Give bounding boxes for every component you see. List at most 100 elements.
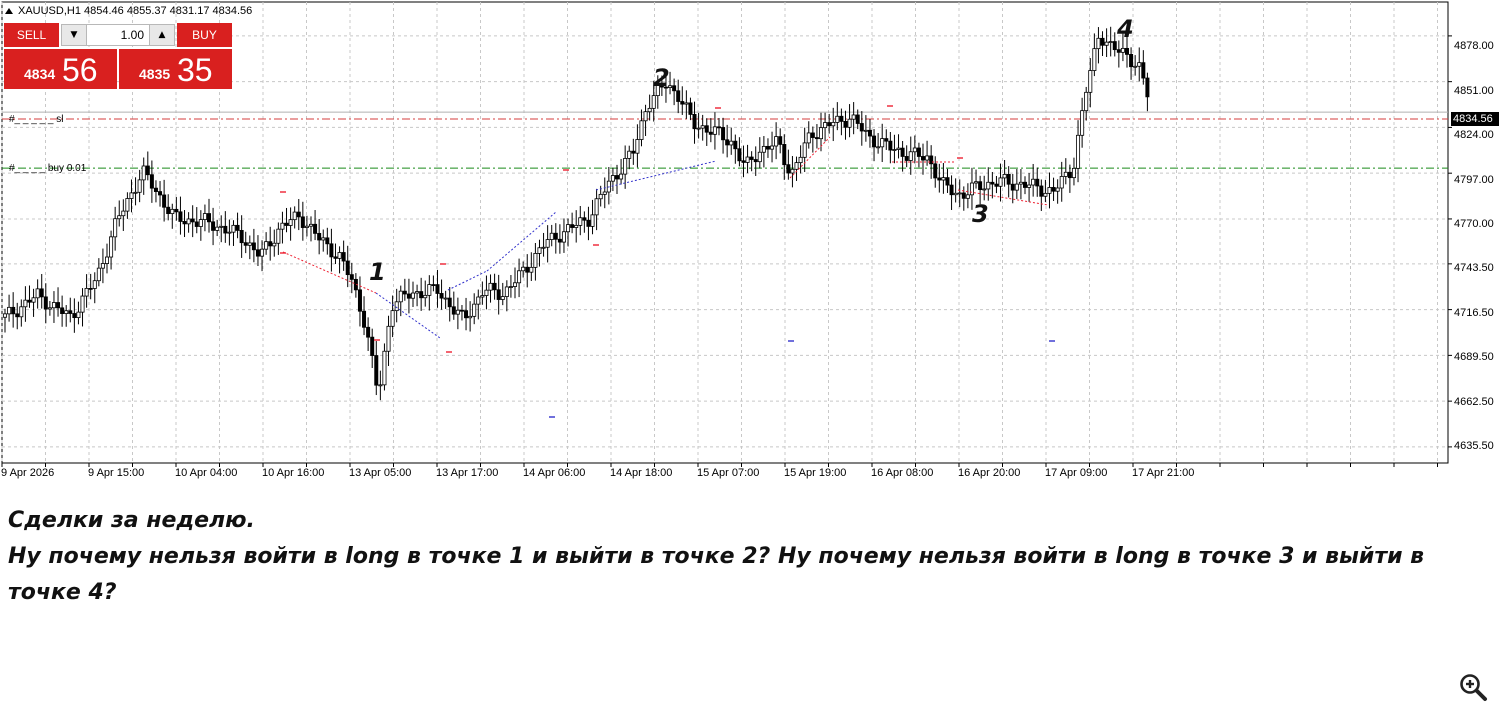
candle-body	[602, 191, 607, 195]
candle-body	[782, 144, 787, 166]
candle-body	[880, 138, 885, 148]
candle-body	[1088, 70, 1093, 93]
candle-body	[957, 192, 962, 195]
candle-body	[570, 224, 575, 228]
candle-body	[182, 221, 187, 225]
candle-body	[1125, 47, 1130, 55]
candle-body	[105, 256, 110, 264]
zoom-in-icon	[1460, 674, 1487, 701]
sell-price-button[interactable]: 4834 56	[4, 49, 117, 89]
candle-body	[908, 151, 913, 161]
one-click-trading-panel: SELL ▼ ▲ BUY 4834 56 4835 35	[4, 23, 232, 89]
candle-body	[578, 217, 583, 226]
y-tick-label: 4635.50	[1454, 440, 1494, 452]
candle-body	[619, 173, 624, 180]
candle-body	[831, 122, 836, 127]
candle-body	[11, 306, 16, 315]
candle-body	[333, 256, 338, 259]
trade-panel-top: SELL ▼ ▲ BUY	[4, 23, 232, 47]
candle-body	[929, 155, 934, 165]
candle-body	[1076, 134, 1081, 169]
candle-body	[427, 284, 432, 296]
x-tick-label: 15 Apr 19:00	[784, 467, 847, 479]
lot-stepper[interactable]: ▼ ▲	[61, 24, 175, 46]
candle-body	[121, 210, 126, 217]
candle-body	[1031, 178, 1036, 186]
candle-body	[586, 219, 591, 227]
lot-input[interactable]	[88, 25, 148, 45]
candle-body	[447, 297, 452, 308]
y-tick-label: 4743.50	[1454, 262, 1494, 274]
candle-body	[1133, 65, 1138, 68]
candle-body	[545, 239, 550, 248]
candle-body	[953, 192, 958, 196]
current-price-tag: 4834.56	[1451, 112, 1499, 126]
y-tick-label: 4797.00	[1454, 174, 1494, 186]
candle-body	[251, 242, 256, 251]
x-tick-label: 16 Apr 08:00	[871, 467, 934, 479]
candle-body	[194, 221, 199, 227]
candle-body	[1023, 181, 1028, 188]
candle-body	[696, 127, 701, 130]
buy-button[interactable]: BUY	[177, 23, 232, 47]
y-tick-label: 4851.00	[1454, 85, 1494, 97]
x-tick-label: 13 Apr 05:00	[349, 467, 412, 479]
candle-body	[1010, 183, 1015, 191]
lot-decrease-button[interactable]: ▼	[62, 25, 87, 45]
triangle-up-icon[interactable]	[5, 8, 13, 14]
sl-order-label[interactable]: #_ _ _ _ _ sl	[9, 114, 63, 125]
candle-body	[525, 266, 530, 273]
sell-button[interactable]: SELL	[4, 23, 59, 47]
candle-body	[223, 225, 228, 234]
candle-body	[431, 284, 436, 286]
sell-price-prefix: 4834	[24, 66, 56, 82]
candle-body	[292, 211, 297, 221]
x-tick-label: 16 Apr 20:00	[958, 467, 1021, 479]
candle-body	[145, 165, 150, 176]
candle-body	[982, 188, 987, 191]
candle-body	[643, 111, 648, 122]
candle-body	[288, 219, 293, 226]
candle-body	[113, 218, 118, 238]
candle-body	[264, 241, 269, 250]
buy-price-pips: 35	[177, 52, 213, 88]
candle-body	[423, 294, 428, 299]
candle-body	[382, 350, 387, 386]
chart-area[interactable]: XAUUSD,H1 4854.46 4855.37 4831.17 4834.5…	[0, 0, 1500, 486]
candle-body	[676, 90, 681, 102]
candle-body	[867, 129, 872, 137]
candle-body	[47, 307, 52, 310]
candle-body	[370, 336, 375, 356]
wave-label-1: 1	[369, 258, 386, 286]
buy-order-label[interactable]: #_ _ _ _ buy 0.01	[9, 163, 86, 174]
candle-body	[500, 296, 505, 300]
candle-body	[202, 213, 207, 220]
candle-body	[1018, 181, 1023, 185]
candle-body	[896, 147, 901, 150]
candle-body	[243, 242, 248, 246]
candle-body	[56, 302, 61, 309]
candle-body	[553, 232, 558, 240]
lot-increase-button[interactable]: ▲	[149, 25, 174, 45]
candle-body	[313, 223, 318, 234]
candle-body	[125, 198, 130, 212]
candle-body	[158, 191, 163, 196]
candle-body	[566, 224, 571, 233]
candle-body	[325, 237, 330, 245]
candle-body	[969, 182, 974, 196]
candle-body	[402, 290, 407, 295]
candle-body	[757, 151, 762, 163]
buy-price-button[interactable]: 4835 35	[119, 49, 232, 89]
candle-body	[529, 266, 534, 273]
candle-body	[778, 136, 783, 145]
x-tick-label: 10 Apr 16:00	[262, 467, 325, 479]
candle-body	[211, 221, 216, 231]
candle-body	[978, 181, 983, 191]
candle-body	[419, 291, 424, 299]
candle-body	[415, 291, 420, 294]
candle-body	[84, 287, 89, 297]
zoom-in-button[interactable]	[1458, 672, 1488, 702]
candle-body	[684, 102, 689, 105]
candle-body	[374, 355, 379, 386]
candle-body	[468, 315, 473, 319]
